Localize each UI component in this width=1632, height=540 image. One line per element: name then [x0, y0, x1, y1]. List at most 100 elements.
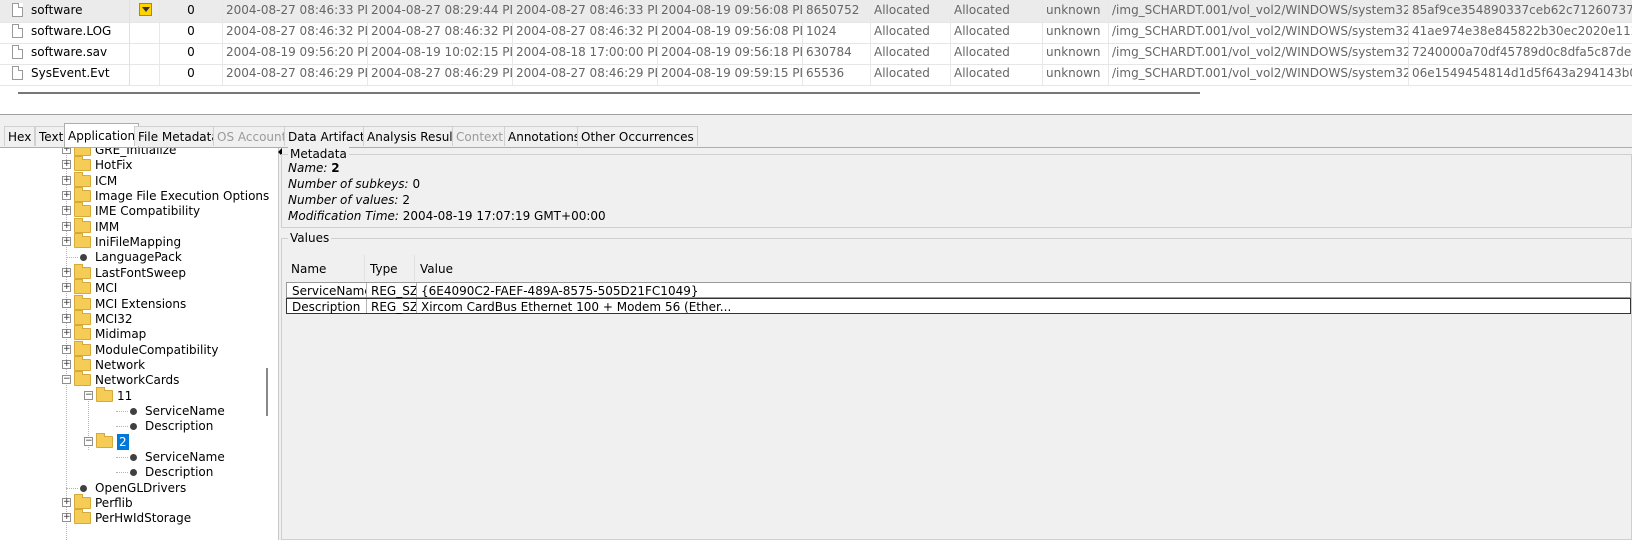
tree-key[interactable]: + ModuleCompatibility: [0, 341, 265, 358]
expand-icon[interactable]: +: [62, 237, 71, 246]
expand-icon[interactable]: +: [62, 513, 71, 522]
tab-data-artifacts[interactable]: Data Artifacts: [284, 126, 375, 146]
col-header-value[interactable]: Value: [415, 255, 1631, 281]
cell-type: REG_SZ: [371, 284, 416, 298]
expand-icon[interactable]: +: [62, 176, 71, 185]
tree-key[interactable]: + IME Compatibility: [0, 202, 265, 219]
tree-key[interactable]: − 11: [0, 387, 265, 404]
tree-key[interactable]: + MCI: [0, 279, 265, 296]
modified-time: 2004-08-27 08:46:29 PDT: [223, 63, 368, 85]
expand-icon[interactable]: +: [62, 498, 71, 507]
tab-hex[interactable]: Hex: [4, 126, 36, 146]
registry-value-icon: [130, 454, 137, 461]
expand-icon[interactable]: +: [62, 299, 71, 308]
tab-application[interactable]: Application: [64, 123, 140, 147]
warning-flag-icon: [139, 3, 152, 16]
collapse-icon[interactable]: −: [84, 437, 93, 446]
tab-file-metadata[interactable]: File Metadata: [134, 126, 223, 146]
folder-icon: [74, 264, 91, 279]
file-location: /img_SCHARDT.001/vol_vol2/WINDOWS/system…: [1109, 42, 1409, 64]
access-time: 2004-08-18 17:00:00 PDT: [513, 42, 658, 64]
tree-value[interactable]: ServiceName: [0, 403, 265, 419]
known-status: unknown: [1043, 42, 1109, 64]
file-location: /img_SCHARDT.001/vol_vol2/WINDOWS/system…: [1109, 21, 1409, 43]
tree-key[interactable]: + IniFileMapping: [0, 233, 265, 250]
table-row[interactable]: Description REG_SZ Xircom CardBus Ethern…: [286, 298, 1631, 314]
tree-value[interactable]: Description: [0, 418, 265, 434]
tree-key[interactable]: + IMM: [0, 218, 265, 235]
tree-key[interactable]: + MCI Extensions: [0, 295, 265, 312]
expand-icon[interactable]: +: [62, 360, 71, 369]
subkeys-label: Number of subkeys:: [288, 177, 409, 191]
tree-key[interactable]: + Image File Execution Options: [0, 187, 269, 204]
file-row[interactable]: SysEvent.Evt 0 2004-08-27 08:46:29 PDT 2004…: [0, 63, 1632, 86]
tree-node-label: ServiceName: [145, 450, 225, 464]
comment-count: 0: [160, 42, 223, 64]
tree-key[interactable]: − NetworkCards: [0, 371, 265, 388]
file-row[interactable]: software.LOG 0 2004-08-27 08:46:32 PDT 2004…: [0, 21, 1632, 44]
folder-icon: [74, 202, 91, 217]
expand-icon[interactable]: +: [62, 329, 71, 338]
expand-icon[interactable]: +: [62, 148, 71, 154]
tree-key[interactable]: −2: [0, 433, 265, 450]
created-time: 2004-08-19 09:56:08 PDT: [658, 21, 803, 43]
folder-icon: [74, 341, 91, 356]
tree-node-label: IME Compatibility: [95, 204, 201, 218]
tree-key[interactable]: + ICM: [0, 172, 265, 189]
subkeys-line: Number of subkeys: 0: [288, 176, 420, 192]
tree-key[interactable]: + PerHwIdStorage: [0, 509, 265, 526]
tree-scrollbar[interactable]: [266, 368, 268, 416]
col-header-name[interactable]: Name: [286, 255, 365, 281]
tree-key[interactable]: + MCI32: [0, 310, 265, 327]
tree-node-label: OpenGLDrivers: [95, 481, 187, 495]
tree-key[interactable]: + Network: [0, 356, 265, 373]
folder-icon: [74, 356, 91, 371]
expand-icon[interactable]: +: [62, 160, 71, 169]
tree-key[interactable]: + Midimap: [0, 325, 265, 342]
file-size: 65536: [803, 63, 871, 85]
file-row[interactable]: software 0 2004-08-27 08:46:33 PDT 2004-08-…: [0, 0, 1632, 23]
collapse-icon[interactable]: −: [84, 391, 93, 400]
tab-annotations[interactable]: Annotations: [504, 126, 585, 146]
cell-type: REG_SZ: [371, 300, 416, 314]
col-header-type[interactable]: Type: [365, 255, 415, 281]
file-row[interactable]: software.sav 0 2004-08-19 09:56:20 PDT 2004…: [0, 42, 1632, 65]
tree-value[interactable]: ServiceName: [0, 449, 265, 465]
values-count-label: Number of values:: [288, 193, 399, 207]
expand-icon[interactable]: +: [62, 314, 71, 323]
tree-value[interactable]: Description: [0, 464, 265, 480]
meta-flags: Allocated: [951, 42, 1043, 64]
subkeys-value: 0: [412, 177, 421, 191]
modification-time-line: Modification Time: 2004-08-19 17:07:19 G…: [288, 208, 606, 224]
tree-key[interactable]: + HotFix: [0, 156, 265, 173]
tree-node-label: Midimap: [95, 327, 147, 341]
tab-text[interactable]: Text: [35, 126, 68, 146]
file-cell-icon: [10, 21, 30, 43]
table-row[interactable]: ServiceName REG_SZ {6E4090C2-FAEF-489A-8…: [286, 282, 1631, 298]
folder-icon: [96, 387, 113, 402]
change-time: 2004-08-27 08:46:32 PDT: [368, 21, 513, 43]
file-icon: [12, 66, 23, 80]
values-legend: Values: [288, 231, 332, 245]
tab-other-occurrences[interactable]: Other Occurrences: [577, 126, 698, 146]
modified-time: 2004-08-27 08:46:32 PDT: [223, 21, 368, 43]
expand-icon[interactable]: +: [62, 283, 71, 292]
tree-value[interactable]: LanguagePack: [0, 249, 265, 265]
tree-node-label: LanguagePack: [95, 250, 182, 264]
tree-value[interactable]: OpenGLDrivers: [0, 480, 265, 496]
file-size: 630784: [803, 42, 871, 64]
expand-icon[interactable]: +: [62, 345, 71, 354]
expand-icon[interactable]: +: [62, 222, 71, 231]
values-count-value: 2: [402, 193, 410, 207]
file-size: 8650752: [803, 0, 871, 22]
expand-icon[interactable]: +: [62, 206, 71, 215]
change-time: 2004-08-27 08:46:29 PDT: [368, 63, 513, 85]
access-time: 2004-08-27 08:46:32 PDT: [513, 21, 658, 43]
tree-key[interactable]: + LastFontSweep: [0, 264, 265, 281]
expand-icon[interactable]: +: [62, 191, 71, 200]
values-group: Values Name Type Value ServiceName REG_S…: [281, 231, 1632, 540]
tree-key[interactable]: + Perflib: [0, 494, 265, 511]
horizontal-scrollbar[interactable]: [18, 92, 1200, 94]
expand-icon[interactable]: +: [62, 268, 71, 277]
collapse-icon[interactable]: −: [62, 375, 71, 384]
